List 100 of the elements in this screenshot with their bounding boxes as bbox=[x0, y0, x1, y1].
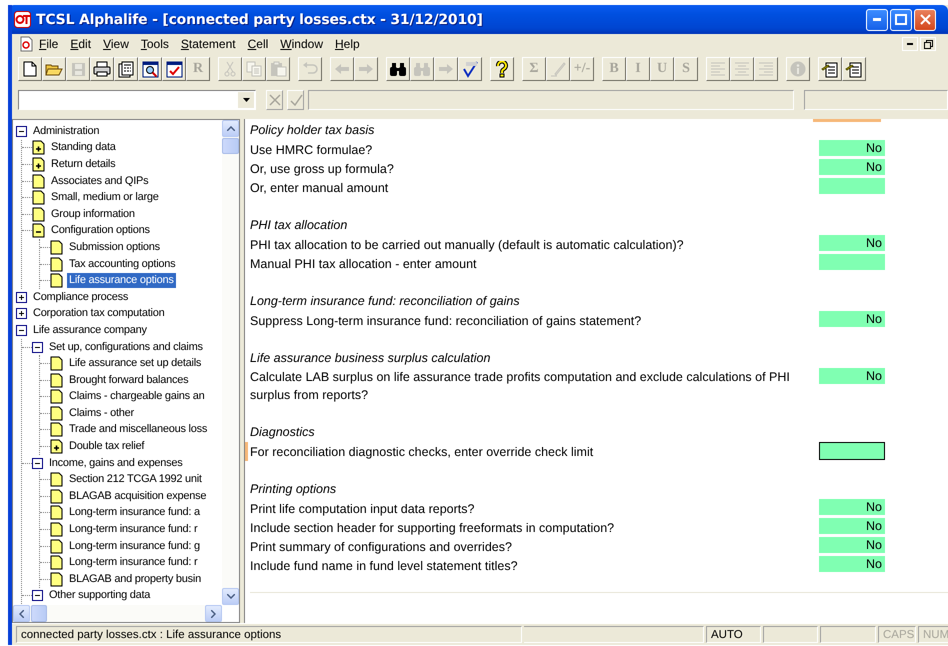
tree-item[interactable]: Long-term insurance fund: g bbox=[67, 538, 202, 554]
toolbar-button[interactable] bbox=[818, 57, 842, 81]
question-label: Include section header for supporting freeformats in computation? bbox=[250, 520, 616, 537]
tree-item[interactable]: BLAGAB and property busin bbox=[67, 572, 203, 587]
scroll-thumb[interactable] bbox=[222, 138, 239, 154]
menu-item[interactable]: Window bbox=[274, 37, 329, 51]
tree-item[interactable]: Group information bbox=[49, 206, 137, 222]
input-cell[interactable] bbox=[819, 178, 885, 194]
section-heading: Long-term insurance fund: reconciliation of gains bbox=[250, 293, 521, 310]
menu-item[interactable]: Statement bbox=[174, 37, 242, 51]
toolbar-button[interactable] bbox=[386, 57, 410, 81]
input-cell[interactable] bbox=[819, 442, 885, 460]
accept-button[interactable] bbox=[287, 90, 304, 110]
page-icon bbox=[32, 206, 45, 222]
restore-icon bbox=[924, 40, 932, 48]
cell-combo-box[interactable] bbox=[18, 90, 256, 110]
app-logo-icon bbox=[14, 11, 31, 28]
tree-item[interactable]: Income, gains and expenses bbox=[47, 456, 185, 471]
minimize-button[interactable] bbox=[866, 8, 888, 30]
input-cell[interactable]: No bbox=[819, 499, 885, 515]
toolbar-button[interactable] bbox=[162, 57, 186, 81]
menu-item[interactable]: Cell bbox=[242, 37, 274, 51]
maximize-button[interactable] bbox=[890, 8, 912, 30]
tree-item[interactable]: Life assurance set up details bbox=[67, 356, 204, 372]
question-label: Include fund name in fund level statement titles? bbox=[250, 558, 519, 575]
folder-icon bbox=[45, 62, 63, 76]
tree-item[interactable]: Compliance process bbox=[31, 290, 130, 305]
minimize-button[interactable] bbox=[902, 37, 918, 51]
input-cell[interactable]: No bbox=[819, 556, 885, 572]
input-cell[interactable]: No bbox=[819, 235, 885, 251]
cancel-button[interactable] bbox=[266, 90, 283, 110]
section-heading: Diagnostics bbox=[250, 424, 316, 441]
toolbar-button[interactable] bbox=[18, 57, 42, 81]
formula-field[interactable] bbox=[308, 90, 794, 110]
toolbar-button[interactable] bbox=[114, 57, 138, 81]
status-panel: AUTO bbox=[706, 626, 761, 643]
cell-edge bbox=[813, 119, 881, 122]
tree-item[interactable]: Associates and QIPs bbox=[49, 174, 150, 189]
arrow-left-icon bbox=[334, 63, 350, 75]
tree-item[interactable]: Long-term insurance fund: r bbox=[67, 522, 200, 538]
tree-item[interactable]: Other supporting data bbox=[47, 588, 152, 604]
tree-item[interactable]: Claims - other bbox=[67, 406, 136, 421]
menu-item[interactable]: View bbox=[97, 37, 135, 51]
page-icon bbox=[50, 505, 63, 520]
text-lines-icon bbox=[734, 62, 750, 76]
tree-item[interactable]: Corporation tax computation bbox=[31, 306, 166, 322]
input-cell[interactable]: No bbox=[819, 159, 885, 175]
horizontal-scrollbar[interactable] bbox=[13, 605, 222, 622]
tree-item[interactable]: Return details bbox=[49, 156, 118, 172]
tree-item[interactable]: Claims - chargeable gains an bbox=[67, 389, 206, 404]
toolbar-button[interactable] bbox=[490, 57, 514, 81]
tree-item[interactable]: Tax accounting options bbox=[67, 256, 178, 272]
input-cell[interactable]: No bbox=[819, 311, 885, 327]
tree-item[interactable]: Submission options bbox=[67, 240, 162, 255]
tree-item[interactable]: Configuration options bbox=[49, 223, 152, 238]
input-cell[interactable]: No bbox=[819, 537, 885, 553]
status-panel: NUM bbox=[918, 626, 948, 643]
input-cell[interactable]: No bbox=[819, 518, 885, 534]
toolbar-button[interactable] bbox=[842, 57, 866, 81]
tree-item[interactable]: Standing data bbox=[49, 140, 118, 156]
question-mark-icon bbox=[496, 60, 508, 78]
tree-item[interactable]: Set up, configurations and claims bbox=[47, 340, 205, 355]
scroll-thumb[interactable] bbox=[31, 605, 47, 622]
expand-icon[interactable] bbox=[16, 308, 27, 320]
tree-item[interactable]: Small, medium or large bbox=[49, 190, 161, 206]
input-cell[interactable] bbox=[819, 254, 885, 270]
tree-item[interactable]: Section 212 TCGA 1992 unit bbox=[67, 472, 204, 488]
menu-item[interactable]: Edit bbox=[64, 37, 98, 51]
tree-item[interactable]: BLAGAB acquisition expense bbox=[67, 488, 208, 504]
collapse-icon[interactable] bbox=[32, 342, 43, 353]
menu-item[interactable]: Tools bbox=[134, 37, 175, 51]
input-cell[interactable]: No bbox=[819, 368, 885, 384]
tree-item[interactable]: Brought forward balances bbox=[67, 372, 190, 388]
tree-item[interactable]: Long-term insurance fund: r bbox=[67, 555, 200, 570]
close-button[interactable] bbox=[914, 8, 936, 30]
toolbar-button[interactable] bbox=[42, 57, 66, 81]
toolbar-button[interactable] bbox=[90, 57, 114, 81]
tree-item[interactable]: Double tax relief bbox=[67, 439, 146, 454]
pen-icon bbox=[550, 61, 566, 77]
toolbar-button[interactable] bbox=[458, 57, 482, 81]
tree-item[interactable]: Administration bbox=[31, 124, 102, 139]
tree-item[interactable]: Life assurance options bbox=[67, 273, 176, 288]
collapse-icon[interactable] bbox=[16, 126, 27, 137]
maximize-icon bbox=[895, 14, 907, 25]
document-icon bbox=[20, 36, 33, 52]
toolbar-button[interactable] bbox=[138, 57, 162, 81]
tree-item[interactable]: Long-term insurance fund: a bbox=[67, 505, 202, 520]
tree-item[interactable]: Life assurance company bbox=[31, 322, 149, 338]
restore-button[interactable] bbox=[920, 37, 936, 51]
input-cell[interactable]: No bbox=[819, 140, 885, 156]
collapse-icon[interactable] bbox=[32, 458, 43, 469]
copy-icon bbox=[246, 61, 262, 77]
page-icon bbox=[50, 273, 63, 288]
collapse-icon[interactable] bbox=[16, 324, 27, 336]
collapse-icon[interactable] bbox=[32, 590, 43, 602]
tree-item[interactable]: Trade and miscellaneous loss bbox=[67, 422, 210, 438]
menu-item[interactable]: Help bbox=[328, 37, 366, 51]
expand-icon[interactable] bbox=[16, 292, 27, 303]
vertical-scrollbar[interactable] bbox=[222, 120, 239, 605]
menu-item[interactable]: File bbox=[33, 37, 64, 51]
